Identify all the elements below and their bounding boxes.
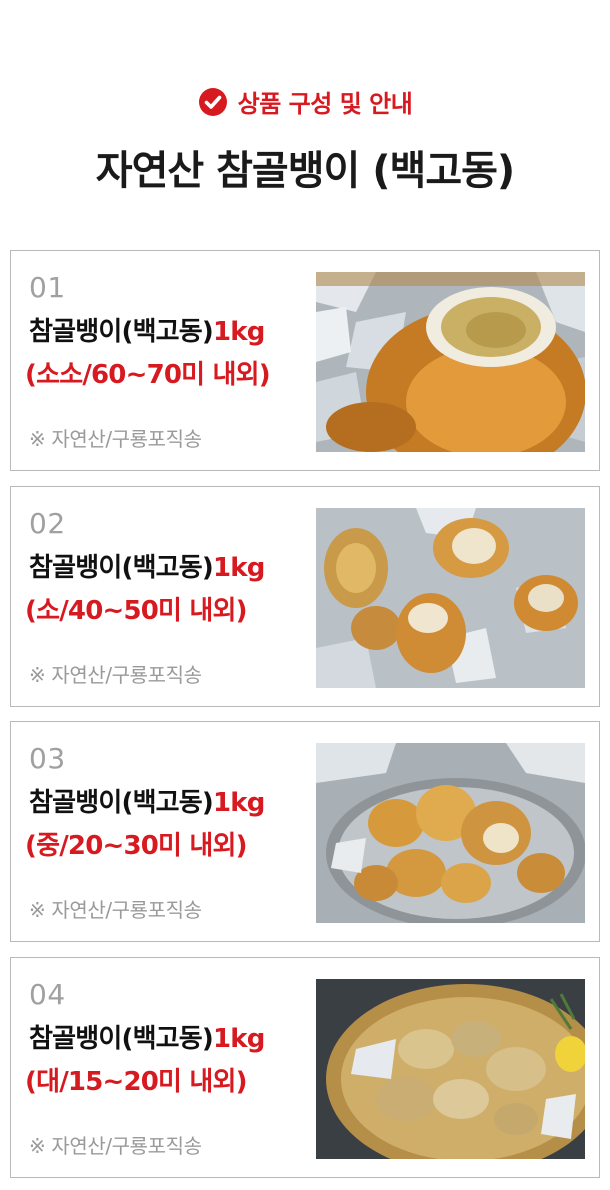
product-name: 참골뱅이(백고동)1kg (29, 311, 265, 348)
product-weight: 1kg (213, 553, 265, 583)
product-card-01: 01 참골뱅이(백고동)1kg (소소/60~70미 내외) ※ 자연산/구룡포… (10, 250, 600, 471)
product-note: ※ 자연산/구룡포직송 (29, 427, 202, 451)
product-name-text: 참골뱅이(백고동) (29, 1024, 214, 1054)
product-note: ※ 자연산/구룡포직송 (29, 898, 202, 922)
check-circle-icon (198, 87, 228, 117)
product-name-text: 참골뱅이(백고동) (29, 317, 214, 347)
product-card-03: 03 참골뱅이(백고동)1kg (중/20~30미 내외) ※ 자연산/구룡포직… (10, 721, 600, 942)
product-number: 02 (29, 507, 66, 540)
page-header: 상품 구성 및 안내 자연산 참골뱅이 (백고동) (0, 0, 610, 240)
product-name: 참골뱅이(백고동)1kg (29, 547, 265, 584)
product-size: (중/20~30미 내외) (25, 831, 248, 861)
product-number: 01 (29, 271, 66, 304)
product-weight: 1kg (213, 788, 265, 818)
product-size: (대/15~20미 내외) (25, 1067, 248, 1097)
whelks-on-ice-photo (316, 272, 585, 452)
product-note: ※ 자연산/구룡포직송 (29, 663, 202, 687)
product-number: 03 (29, 742, 66, 775)
product-name: 참골뱅이(백고동)1kg (29, 782, 265, 819)
product-card-04: 04 참골뱅이(백고동)1kg (대/15~20미 내외) ※ 자연산/구룡포직… (10, 957, 600, 1178)
product-name-text: 참골뱅이(백고동) (29, 553, 214, 583)
product-card-02: 02 참골뱅이(백고동)1kg (소/40~50미 내외) ※ 자연산/구룡포직… (10, 486, 600, 707)
section-label: 상품 구성 및 안내 (0, 84, 610, 119)
product-size: (소/40~50미 내외) (25, 596, 248, 626)
product-name-text: 참골뱅이(백고동) (29, 788, 214, 818)
product-note: ※ 자연산/구룡포직송 (29, 1134, 202, 1158)
page-title: 자연산 참골뱅이 (백고동) (95, 148, 515, 194)
section-label-text: 상품 구성 및 안내 (237, 90, 413, 118)
whelks-on-ice-photo (316, 508, 585, 688)
product-weight: 1kg (213, 1024, 265, 1054)
whelks-in-bowl-photo (316, 743, 585, 923)
product-size: (소소/60~70미 내외) (25, 360, 271, 390)
whelks-on-basket-photo (316, 979, 585, 1159)
product-weight: 1kg (213, 317, 265, 347)
product-name: 참골뱅이(백고동)1kg (29, 1018, 265, 1055)
product-number: 04 (29, 978, 66, 1011)
